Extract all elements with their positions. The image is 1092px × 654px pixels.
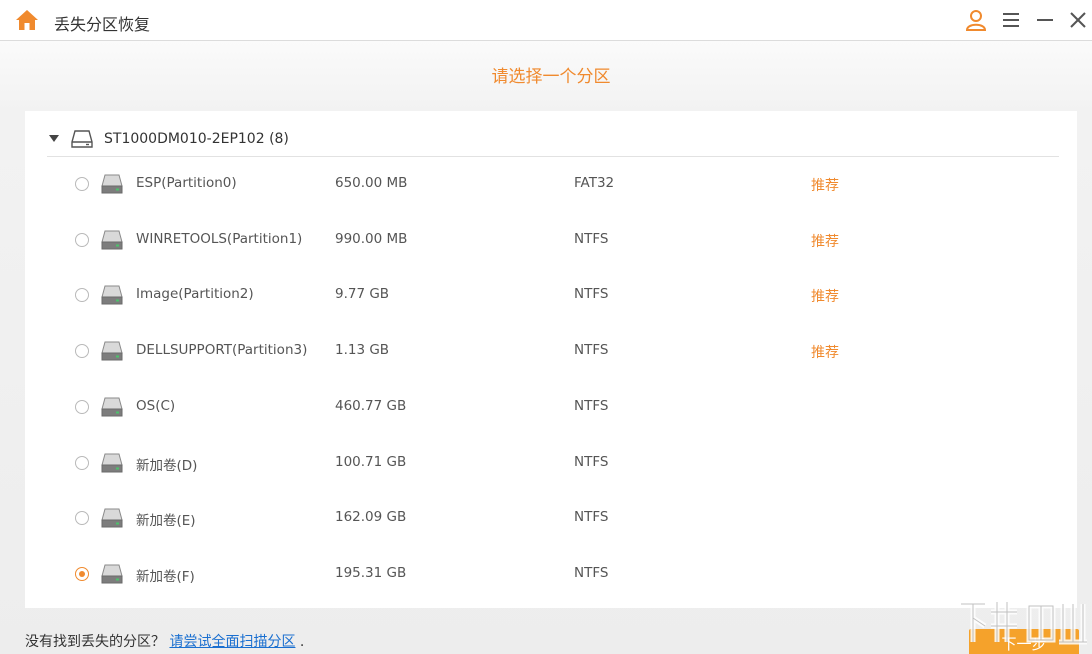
drive-icon (101, 285, 123, 305)
partition-radio[interactable] (75, 511, 89, 526)
recommend-tag: 推荐 (811, 178, 839, 194)
partition-size: 1.13 GB (335, 342, 390, 359)
page-heading: 请选择一个分区 (491, 67, 611, 87)
footer-period: . (299, 634, 305, 650)
title-bar: 丢失分区恢复 (0, 0, 1092, 41)
partition-row[interactable]: Image(Partition2) 9.77 GB NTFS 推荐 (25, 269, 1077, 324)
partition-row[interactable]: DELLSUPPORT(Partition3) 1.13 GB NTFS 推荐 (25, 325, 1077, 380)
drive-icon (101, 397, 123, 417)
partition-name: 新加卷(E) (136, 513, 196, 530)
recommend-tag: 推荐 (811, 289, 839, 306)
partition-row[interactable]: 新加卷(E) 162.09 GB NTFS (25, 492, 1077, 547)
partition-radio[interactable] (75, 399, 89, 414)
partition-size: 9.77 GB (335, 286, 390, 303)
disk-header[interactable]: ST1000DM010-2EP102 (8) (47, 127, 1059, 157)
partition-radio[interactable] (75, 455, 89, 470)
partition-radio[interactable] (75, 288, 89, 303)
footer-text: 没有找到丢失的分区？ 请尝试全面扫描分区 . (25, 631, 304, 651)
partition-name: DELLSUPPORT(Partition3) (136, 342, 308, 359)
drive-icon (101, 508, 123, 528)
home-icon[interactable] (15, 9, 39, 31)
partition-filesystem: NTFS (574, 453, 609, 470)
partition-name: Image(Partition2) (136, 286, 254, 303)
disk-label: ST1000DM010-2EP102 (8) (104, 131, 289, 147)
partition-radio[interactable] (75, 344, 89, 359)
partition-row[interactable]: ESP(Partition0) 650.00 MB FAT32 推荐 (25, 158, 1077, 213)
partition-filesystem: NTFS (574, 286, 609, 303)
partition-size: 460.77 GB (335, 397, 407, 414)
drive-icon (101, 341, 123, 361)
partition-radio[interactable] (75, 232, 89, 247)
recommend-tag: 推荐 (811, 233, 839, 250)
partition-row[interactable]: OS(C) 460.77 GB NTFS (25, 381, 1077, 436)
partition-size: 162.09 GB (335, 509, 407, 526)
next-button[interactable]: 下一步 (969, 629, 1079, 654)
drive-icon (101, 453, 123, 472)
partition-name: WINRETOOLS(Partition1) (136, 230, 303, 247)
drive-icon (101, 174, 123, 194)
partition-row[interactable]: WINRETOOLS(Partition1) 990.00 MB NTFS 推荐 (25, 214, 1077, 269)
partition-row[interactable]: 新加卷(D) 100.71 GB NTFS (25, 437, 1077, 492)
drive-icon (101, 564, 123, 584)
partition-name: 新加卷(D) (136, 457, 198, 474)
partition-size: 650.00 MB (335, 175, 408, 191)
partition-name: 新加卷(F) (136, 568, 195, 585)
disk-icon (71, 130, 93, 148)
app-title: 丢失分区恢复 (54, 15, 151, 34)
partition-filesystem: NTFS (574, 397, 609, 414)
partition-size: 100.71 GB (335, 453, 407, 470)
partition-size: 195.31 GB (335, 564, 407, 581)
footer-question: 没有找到丢失的分区？ (25, 634, 165, 650)
partition-size: 990.00 MB (335, 230, 408, 247)
partition-filesystem: NTFS (574, 564, 609, 581)
partition-filesystem: FAT32 (574, 175, 615, 191)
partition-panel: ST1000DM010-2EP102 (8) ESP(Partition0) 65… (25, 111, 1077, 608)
full-scan-link[interactable]: 请尝试全面扫描分区 (169, 634, 295, 650)
partition-name: OS(C) (136, 397, 176, 414)
recommend-tag: 推荐 (811, 345, 839, 362)
partition-radio[interactable] (75, 566, 89, 581)
caret-down-icon[interactable] (49, 135, 59, 143)
partition-radio[interactable] (75, 177, 89, 191)
partition-filesystem: NTFS (574, 509, 609, 526)
partition-filesystem: NTFS (574, 342, 609, 359)
minimize-icon[interactable] (1033, 8, 1057, 32)
menu-icon[interactable] (999, 8, 1023, 32)
partition-filesystem: NTFS (574, 230, 609, 247)
partition-row[interactable]: 新加卷(F) 195.31 GB NTFS (25, 548, 1077, 603)
close-icon[interactable] (1066, 8, 1090, 32)
user-icon[interactable] (964, 8, 988, 32)
partition-name: ESP(Partition0) (136, 175, 237, 191)
drive-icon (101, 230, 123, 250)
